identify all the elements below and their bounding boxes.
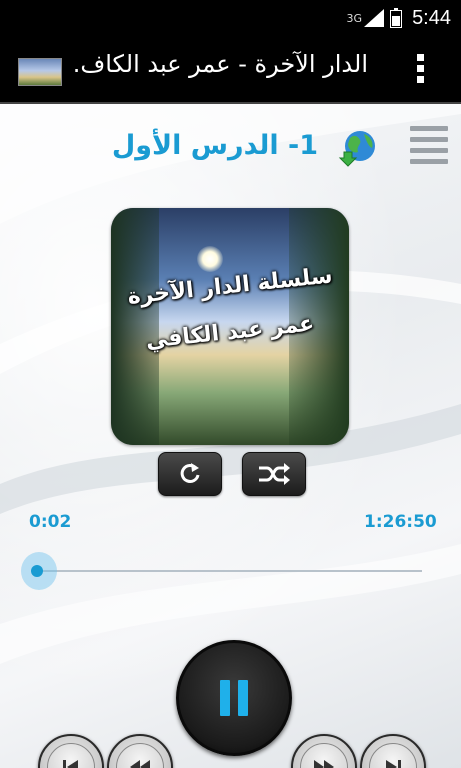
action-bar: الدار الآخرة - عمر عبد الكاف. <box>0 36 461 104</box>
pause-icon <box>220 680 230 716</box>
shuffle-button[interactable] <box>242 452 306 496</box>
next-button[interactable] <box>360 734 426 768</box>
album-art: سلسلة الدار الآخرة عمر عبد الكافي <box>111 208 349 445</box>
battery-icon <box>390 8 403 28</box>
network-type: 3G <box>346 11 363 25</box>
art-sun <box>197 246 223 272</box>
seek-bar-thumb[interactable] <box>31 565 43 577</box>
skip-previous-icon <box>63 760 78 768</box>
list-menu-icon[interactable] <box>410 126 448 172</box>
pause-icon-bar <box>238 680 248 716</box>
lesson-title: 1- الدرس الأول <box>111 130 318 161</box>
globe-download-icon[interactable] <box>338 128 378 168</box>
repeat-button[interactable] <box>158 452 222 496</box>
fast-forward-button[interactable] <box>291 734 357 768</box>
art-palm-left <box>111 208 159 445</box>
status-bar: 3G 5:44 <box>0 0 461 36</box>
fast-forward-icon <box>314 760 334 768</box>
signal-icon <box>364 9 385 27</box>
elapsed-time: 0:02 <box>29 512 72 532</box>
previous-button[interactable] <box>38 734 104 768</box>
skip-next-icon <box>386 760 401 768</box>
pause-button[interactable] <box>176 640 292 756</box>
overflow-menu-icon[interactable] <box>410 54 430 88</box>
total-time: 1:26:50 <box>364 512 437 532</box>
rewind-icon <box>130 760 150 768</box>
clock: 5:44 <box>412 6 451 29</box>
seek-bar-track[interactable] <box>38 570 422 572</box>
shuffle-icon <box>259 463 290 485</box>
app-icon[interactable] <box>18 58 62 86</box>
repeat-icon <box>180 463 200 483</box>
app-title: الدار الآخرة - عمر عبد الكاف. <box>72 50 368 78</box>
rewind-button[interactable] <box>107 734 173 768</box>
